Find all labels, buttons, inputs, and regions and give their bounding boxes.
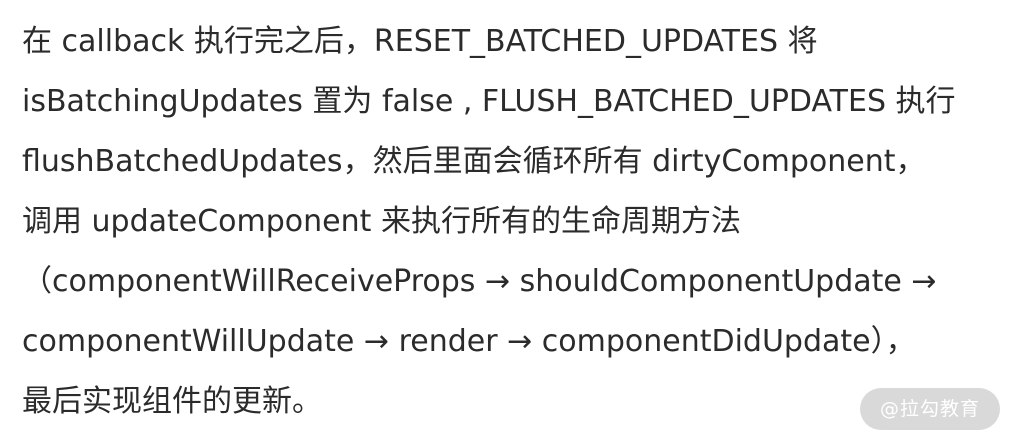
paragraph-line-3: flushBatchedUpdates，然后里面会循环所有 dirtyCompo…: [22, 144, 926, 179]
paragraph-line-6: componentWillUpdate → render → component…: [22, 324, 916, 359]
lagou-watermark: @拉勾教育: [860, 388, 1000, 430]
paragraph-line-2: isBatchingUpdates 置为 false , FLUSH_BATCH…: [22, 84, 956, 119]
paragraph-line-5: （componentWillReceiveProps → shouldCompo…: [22, 264, 937, 299]
paragraph-line-7: 最后实现组件的更新。: [22, 384, 322, 419]
paragraph-line-1: 在 callback 执行完之后，RESET_BATCHED_UPDATES 将: [22, 24, 818, 59]
paragraph-line-4: 调用 updateComponent 来执行所有的生命周期方法: [22, 204, 741, 239]
article-paragraph: 在 callback 执行完之后，RESET_BATCHED_UPDATES 将…: [22, 12, 997, 432]
